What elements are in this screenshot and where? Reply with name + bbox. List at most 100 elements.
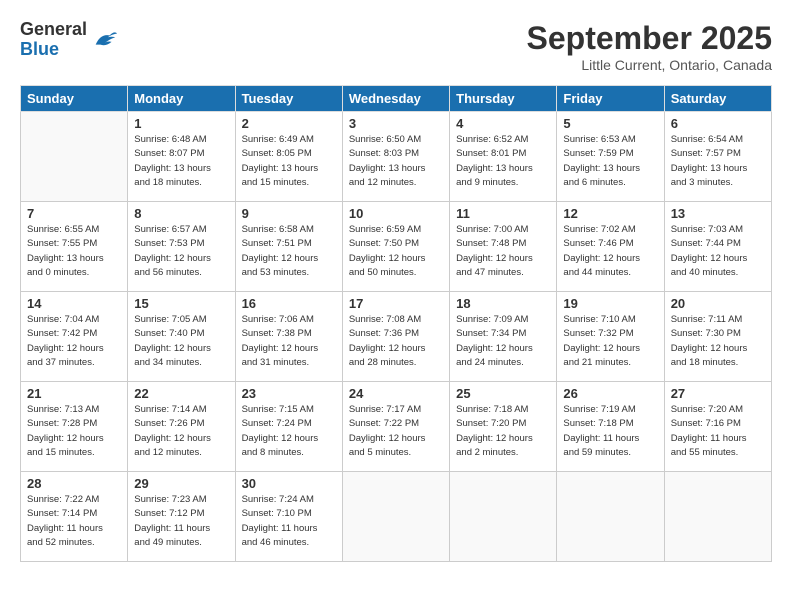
calendar-week-row: 7 Sunrise: 6:55 AMSunset: 7:55 PMDaylight…: [21, 202, 772, 292]
calendar-day-cell: 8 Sunrise: 6:57 AMSunset: 7:53 PMDaylight…: [128, 202, 235, 292]
calendar-day-cell: [342, 472, 449, 562]
calendar-day-cell: 29 Sunrise: 7:23 AMSunset: 7:12 PMDayligh…: [128, 472, 235, 562]
calendar-week-row: 28 Sunrise: 7:22 AMSunset: 7:14 PMDayligh…: [21, 472, 772, 562]
day-number: 14: [27, 296, 121, 311]
day-of-week-header: Sunday: [21, 86, 128, 112]
day-info: Sunrise: 7:23 AMSunset: 7:12 PMDaylight:…: [134, 493, 228, 550]
calendar-header-row: SundayMondayTuesdayWednesdayThursdayFrid…: [21, 86, 772, 112]
day-number: 6: [671, 116, 765, 131]
day-number: 27: [671, 386, 765, 401]
day-info: Sunrise: 7:22 AMSunset: 7:14 PMDaylight:…: [27, 493, 121, 550]
calendar-day-cell: [21, 112, 128, 202]
day-info: Sunrise: 6:59 AMSunset: 7:50 PMDaylight:…: [349, 223, 443, 280]
day-info: Sunrise: 6:50 AMSunset: 8:03 PMDaylight:…: [349, 133, 443, 190]
calendar-day-cell: 28 Sunrise: 7:22 AMSunset: 7:14 PMDayligh…: [21, 472, 128, 562]
day-info: Sunrise: 7:19 AMSunset: 7:18 PMDaylight:…: [563, 403, 657, 460]
day-number: 28: [27, 476, 121, 491]
day-number: 9: [242, 206, 336, 221]
day-number: 25: [456, 386, 550, 401]
day-info: Sunrise: 6:48 AMSunset: 8:07 PMDaylight:…: [134, 133, 228, 190]
calendar-week-row: 21Sunrise: 7:13 AMSunset: 7:28 PMDayligh…: [21, 382, 772, 472]
logo-general: General: [20, 19, 87, 39]
calendar-day-cell: 21Sunrise: 7:13 AMSunset: 7:28 PMDayligh…: [21, 382, 128, 472]
day-info: Sunrise: 7:04 AMSunset: 7:42 PMDaylight:…: [27, 313, 121, 370]
calendar-week-row: 14 Sunrise: 7:04 AMSunset: 7:42 PMDayligh…: [21, 292, 772, 382]
calendar-day-cell: 7 Sunrise: 6:55 AMSunset: 7:55 PMDaylight…: [21, 202, 128, 292]
calendar-day-cell: 25Sunrise: 7:18 AMSunset: 7:20 PMDayligh…: [450, 382, 557, 472]
calendar-day-cell: 24 Sunrise: 7:17 AMSunset: 7:22 PMDayligh…: [342, 382, 449, 472]
logo: General Blue: [20, 20, 119, 60]
calendar-day-cell: 4Sunrise: 6:52 AMSunset: 8:01 PMDaylight…: [450, 112, 557, 202]
calendar-day-cell: [664, 472, 771, 562]
logo-text: General Blue: [20, 20, 87, 60]
calendar-day-cell: 5Sunrise: 6:53 AMSunset: 7:59 PMDaylight…: [557, 112, 664, 202]
calendar-day-cell: 15 Sunrise: 7:05 AMSunset: 7:40 PMDayligh…: [128, 292, 235, 382]
day-number: 8: [134, 206, 228, 221]
day-info: Sunrise: 7:10 AMSunset: 7:32 PMDaylight:…: [563, 313, 657, 370]
calendar-day-cell: 23 Sunrise: 7:15 AMSunset: 7:24 PMDayligh…: [235, 382, 342, 472]
day-info: Sunrise: 6:58 AMSunset: 7:51 PMDaylight:…: [242, 223, 336, 280]
day-info: Sunrise: 6:49 AMSunset: 8:05 PMDaylight:…: [242, 133, 336, 190]
calendar-week-row: 1 Sunrise: 6:48 AMSunset: 8:07 PMDaylight…: [21, 112, 772, 202]
day-info: Sunrise: 7:15 AMSunset: 7:24 PMDaylight:…: [242, 403, 336, 460]
logo-bird-icon: [91, 26, 119, 54]
calendar-day-cell: 13 Sunrise: 7:03 AMSunset: 7:44 PMDayligh…: [664, 202, 771, 292]
day-number: 21: [27, 386, 121, 401]
calendar-day-cell: 12 Sunrise: 7:02 AMSunset: 7:46 PMDayligh…: [557, 202, 664, 292]
day-of-week-header: Friday: [557, 86, 664, 112]
calendar-day-cell: 6 Sunrise: 6:54 AMSunset: 7:57 PMDaylight…: [664, 112, 771, 202]
calendar-day-cell: 11 Sunrise: 7:00 AMSunset: 7:48 PMDayligh…: [450, 202, 557, 292]
day-number: 11: [456, 206, 550, 221]
calendar-day-cell: 22 Sunrise: 7:14 AMSunset: 7:26 PMDayligh…: [128, 382, 235, 472]
day-info: Sunrise: 6:53 AMSunset: 7:59 PMDaylight:…: [563, 133, 657, 190]
day-info: Sunrise: 7:06 AMSunset: 7:38 PMDaylight:…: [242, 313, 336, 370]
month-title: September 2025: [527, 20, 772, 57]
day-info: Sunrise: 7:08 AMSunset: 7:36 PMDaylight:…: [349, 313, 443, 370]
day-of-week-header: Thursday: [450, 86, 557, 112]
day-info: Sunrise: 6:55 AMSunset: 7:55 PMDaylight:…: [27, 223, 121, 280]
day-number: 18: [456, 296, 550, 311]
day-number: 30: [242, 476, 336, 491]
day-info: Sunrise: 7:03 AMSunset: 7:44 PMDaylight:…: [671, 223, 765, 280]
day-number: 12: [563, 206, 657, 221]
day-number: 16: [242, 296, 336, 311]
day-info: Sunrise: 7:05 AMSunset: 7:40 PMDaylight:…: [134, 313, 228, 370]
day-info: Sunrise: 7:14 AMSunset: 7:26 PMDaylight:…: [134, 403, 228, 460]
day-number: 13: [671, 206, 765, 221]
calendar-table: SundayMondayTuesdayWednesdayThursdayFrid…: [20, 85, 772, 562]
calendar-day-cell: 20Sunrise: 7:11 AMSunset: 7:30 PMDayligh…: [664, 292, 771, 382]
day-of-week-header: Tuesday: [235, 86, 342, 112]
day-number: 15: [134, 296, 228, 311]
calendar-day-cell: 14 Sunrise: 7:04 AMSunset: 7:42 PMDayligh…: [21, 292, 128, 382]
calendar-day-cell: 9 Sunrise: 6:58 AMSunset: 7:51 PMDaylight…: [235, 202, 342, 292]
day-number: 3: [349, 116, 443, 131]
day-info: Sunrise: 7:02 AMSunset: 7:46 PMDaylight:…: [563, 223, 657, 280]
day-number: 7: [27, 206, 121, 221]
day-number: 23: [242, 386, 336, 401]
day-number: 22: [134, 386, 228, 401]
day-number: 2: [242, 116, 336, 131]
day-info: Sunrise: 6:52 AMSunset: 8:01 PMDaylight:…: [456, 133, 550, 190]
day-of-week-header: Wednesday: [342, 86, 449, 112]
day-info: Sunrise: 7:20 AMSunset: 7:16 PMDaylight:…: [671, 403, 765, 460]
calendar-day-cell: 3 Sunrise: 6:50 AMSunset: 8:03 PMDaylight…: [342, 112, 449, 202]
day-number: 10: [349, 206, 443, 221]
logo-blue: Blue: [20, 39, 59, 59]
day-number: 24: [349, 386, 443, 401]
location-subtitle: Little Current, Ontario, Canada: [527, 57, 772, 73]
calendar-day-cell: 10 Sunrise: 6:59 AMSunset: 7:50 PMDayligh…: [342, 202, 449, 292]
day-info: Sunrise: 7:17 AMSunset: 7:22 PMDaylight:…: [349, 403, 443, 460]
day-info: Sunrise: 6:57 AMSunset: 7:53 PMDaylight:…: [134, 223, 228, 280]
day-of-week-header: Monday: [128, 86, 235, 112]
calendar-day-cell: 27 Sunrise: 7:20 AMSunset: 7:16 PMDayligh…: [664, 382, 771, 472]
day-number: 1: [134, 116, 228, 131]
day-info: Sunrise: 6:54 AMSunset: 7:57 PMDaylight:…: [671, 133, 765, 190]
day-info: Sunrise: 7:09 AMSunset: 7:34 PMDaylight:…: [456, 313, 550, 370]
calendar-day-cell: [450, 472, 557, 562]
day-info: Sunrise: 7:00 AMSunset: 7:48 PMDaylight:…: [456, 223, 550, 280]
day-number: 26: [563, 386, 657, 401]
calendar-day-cell: 2 Sunrise: 6:49 AMSunset: 8:05 PMDaylight…: [235, 112, 342, 202]
day-number: 19: [563, 296, 657, 311]
page-header: General Blue September 2025 Little Curre…: [20, 20, 772, 73]
day-number: 29: [134, 476, 228, 491]
